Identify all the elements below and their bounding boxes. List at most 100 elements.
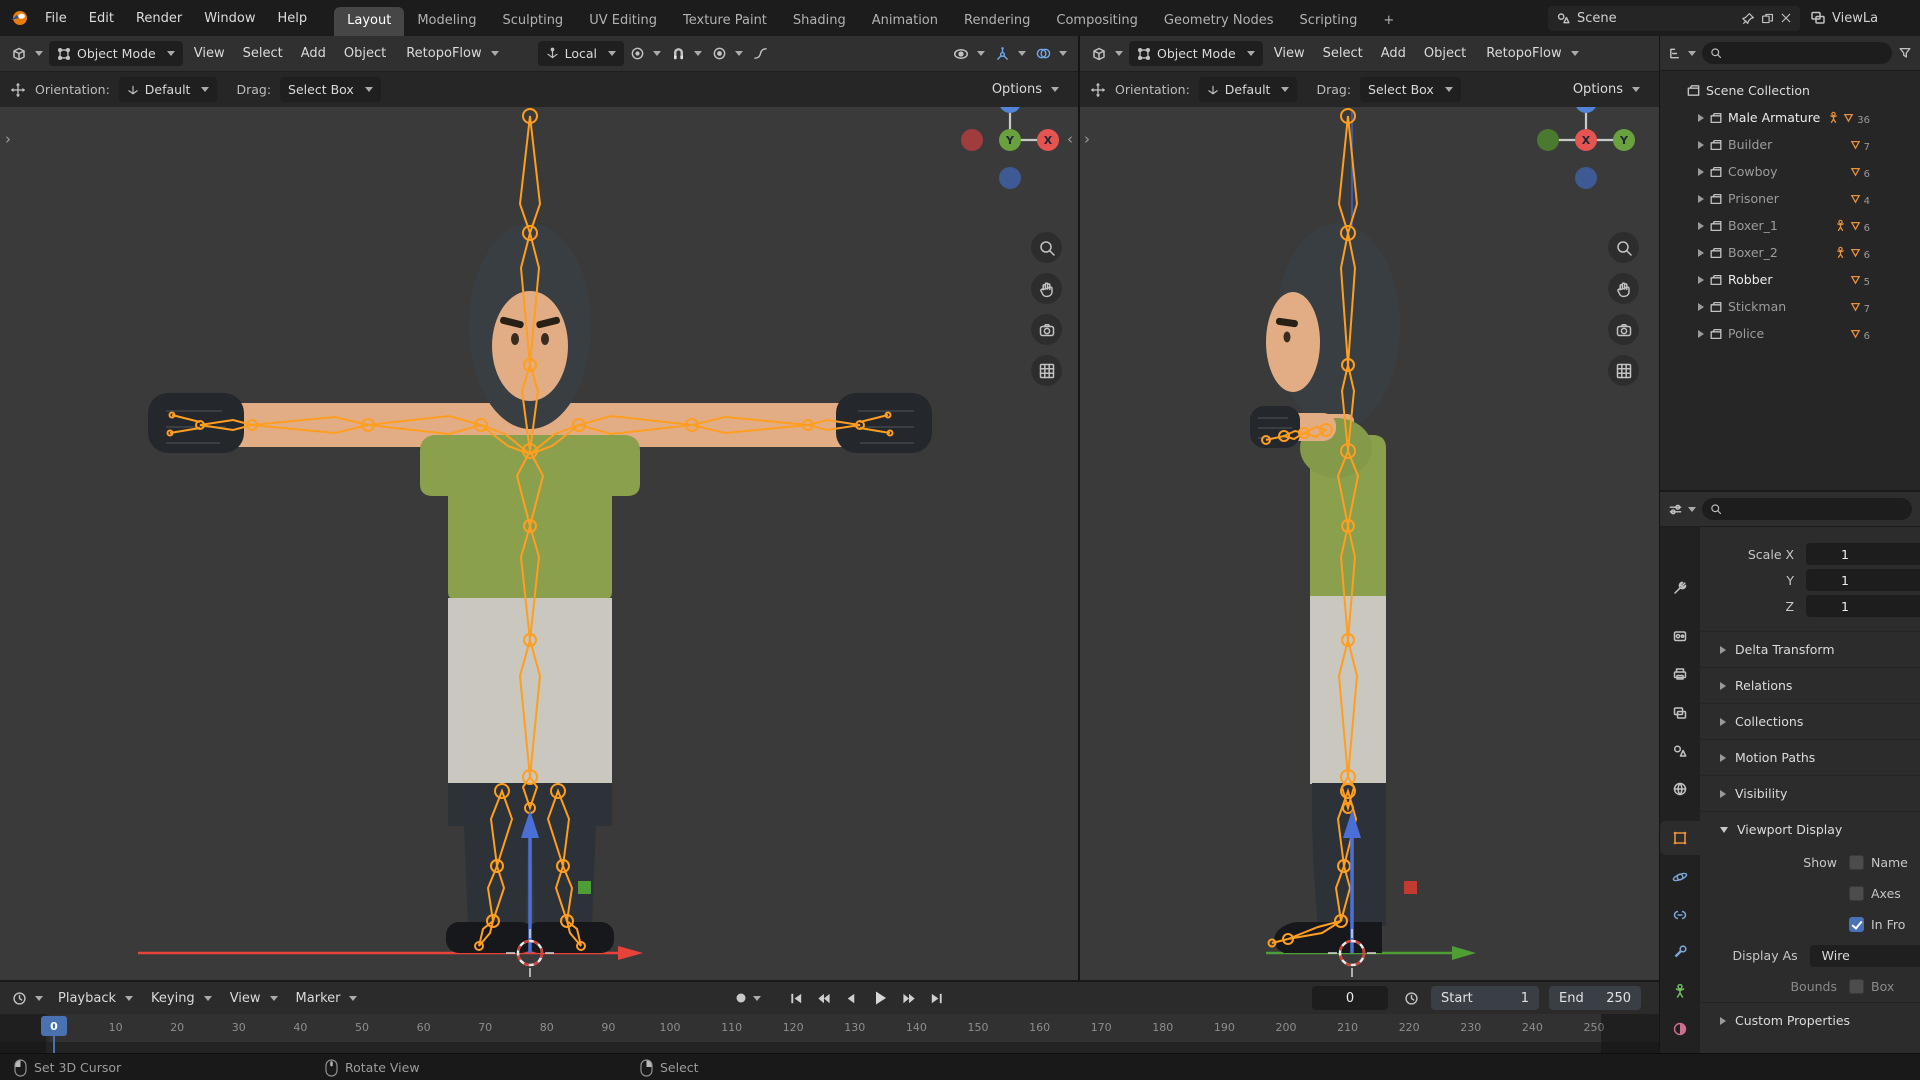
- next-keyframe-button[interactable]: [897, 988, 922, 1009]
- outliner-row[interactable]: Builder 7: [1660, 131, 1920, 158]
- disclosure-triangle-icon[interactable]: [1698, 194, 1704, 203]
- workspace-tab[interactable]: Animation: [859, 7, 951, 36]
- checkbox-axes[interactable]: [1849, 886, 1864, 901]
- play-button[interactable]: [865, 985, 895, 1011]
- camera-view-icon[interactable]: [1608, 314, 1639, 345]
- workspace-tab[interactable]: Texture Paint: [670, 7, 780, 36]
- workspace-tab[interactable]: Geometry Nodes: [1151, 7, 1287, 36]
- outliner-row[interactable]: Male Armature 36: [1660, 104, 1920, 131]
- jump-to-start-button[interactable]: [784, 988, 809, 1009]
- properties-search[interactable]: [1702, 498, 1912, 520]
- panel-header[interactable]: Visibility: [1700, 775, 1920, 811]
- retopoflow-menu[interactable]: RetopoFlow: [1477, 41, 1587, 66]
- viewport-menu-item[interactable]: Add: [292, 41, 335, 66]
- display-as-dropdown[interactable]: Wire: [1809, 944, 1920, 967]
- topbar-menu-item[interactable]: File: [34, 6, 78, 31]
- pin-icon[interactable]: [1742, 12, 1755, 25]
- timeline-frame-label[interactable]: 10: [109, 1021, 123, 1034]
- outliner-search-input[interactable]: [1727, 46, 1884, 60]
- mode-selector[interactable]: Object Mode: [49, 41, 183, 66]
- proportional-edit-toggle[interactable]: [708, 42, 747, 65]
- workspace-tab[interactable]: Rendering: [951, 7, 1043, 36]
- viewport-menu-item[interactable]: Object: [1415, 41, 1475, 66]
- timeline-frame-label[interactable]: 30: [232, 1021, 246, 1034]
- tab-object-data-armature[interactable]: [1660, 974, 1700, 1008]
- workspace-tab[interactable]: Compositing: [1043, 7, 1151, 36]
- properties-search-input[interactable]: [1727, 502, 1904, 516]
- auto-keying-toggle[interactable]: [729, 988, 766, 1008]
- outliner-row[interactable]: Police 6: [1660, 320, 1920, 347]
- scene-selector[interactable]: Scene: [1548, 5, 1800, 31]
- toolbar-expand-chevron[interactable]: ›: [5, 132, 11, 147]
- step-back-button[interactable]: [838, 988, 863, 1009]
- outliner-row[interactable]: Boxer_1 6: [1660, 212, 1920, 239]
- viewport-menu-item[interactable]: View: [185, 41, 234, 66]
- panel-header[interactable]: Custom Properties: [1700, 1002, 1920, 1038]
- timeline-frame-label[interactable]: 210: [1337, 1021, 1358, 1034]
- outliner-row[interactable]: Cowboy 6: [1660, 158, 1920, 185]
- timeline-frame-label[interactable]: 100: [660, 1021, 681, 1034]
- zoom-icon[interactable]: [1031, 232, 1062, 263]
- timeline-menu-item[interactable]: Playback: [49, 986, 142, 1011]
- topbar-menu-item[interactable]: Help: [267, 6, 319, 31]
- filter-icon[interactable]: [1898, 46, 1912, 60]
- timeline-menu-item[interactable]: Keying: [142, 986, 221, 1011]
- visibility-dropdown[interactable]: [949, 42, 989, 66]
- viewport-menu-item[interactable]: Select: [234, 41, 292, 66]
- ortho-grid-icon[interactable]: [1031, 355, 1062, 386]
- axis-ball-neg-y[interactable]: [1537, 129, 1559, 151]
- pan-hand-icon[interactable]: [1608, 273, 1639, 304]
- workspace-tab[interactable]: Layout: [334, 7, 405, 36]
- workspace-tab[interactable]: Scripting: [1287, 7, 1371, 36]
- workspace-tab[interactable]: Sculpting: [489, 7, 576, 36]
- disclosure-triangle-icon[interactable]: [1698, 167, 1704, 176]
- timeline-frame-label[interactable]: 190: [1214, 1021, 1235, 1034]
- retopoflow-menu[interactable]: RetopoFlow: [397, 41, 507, 66]
- timeline-frame-label[interactable]: 40: [293, 1021, 307, 1034]
- checkbox-name[interactable]: [1849, 855, 1864, 870]
- options-dropdown[interactable]: Options: [1564, 77, 1649, 102]
- overlays-toggle[interactable]: [1032, 42, 1071, 65]
- timeline-frame-label[interactable]: 130: [844, 1021, 865, 1034]
- tab-output[interactable]: [1660, 657, 1700, 691]
- number-field[interactable]: 1: [1806, 569, 1920, 591]
- workspace-tab[interactable]: Shading: [780, 7, 859, 36]
- workspace-tab[interactable]: Modeling: [404, 7, 489, 36]
- disclosure-triangle-icon[interactable]: [1698, 329, 1704, 338]
- outliner-editor-icon[interactable]: [1668, 46, 1696, 61]
- playhead[interactable]: 0: [41, 1016, 67, 1036]
- timeline-frame-label[interactable]: 120: [783, 1021, 804, 1034]
- workspace-tab[interactable]: +: [1370, 7, 1407, 36]
- checkbox-bounds[interactable]: [1849, 979, 1864, 994]
- tab-modifiers[interactable]: [1660, 935, 1700, 969]
- timeline-frame-label[interactable]: 110: [721, 1021, 742, 1034]
- number-field[interactable]: 1: [1806, 595, 1920, 617]
- drag-dropdown[interactable]: Select Box: [280, 77, 381, 102]
- timeline-frame-label[interactable]: 140: [906, 1021, 927, 1034]
- topbar-menu-item[interactable]: Window: [193, 6, 266, 31]
- timeline-frame-label[interactable]: 200: [1276, 1021, 1297, 1034]
- orientation-dropdown[interactable]: Default: [1198, 77, 1298, 102]
- jump-to-end-button[interactable]: [924, 988, 949, 1009]
- outliner-row[interactable]: Robber 5: [1660, 266, 1920, 293]
- editor-type-button[interactable]: [1087, 42, 1127, 66]
- outliner-search[interactable]: [1702, 42, 1892, 64]
- editor-type-button[interactable]: [7, 42, 47, 66]
- outliner-row[interactable]: Prisoner 4: [1660, 185, 1920, 212]
- tab-tool[interactable]: [1660, 571, 1700, 605]
- number-field[interactable]: 1: [1806, 543, 1920, 565]
- panel-header[interactable]: Delta Transform: [1700, 631, 1920, 667]
- timeline-frame-label[interactable]: 80: [540, 1021, 554, 1034]
- disclosure-triangle-icon[interactable]: [1698, 302, 1704, 311]
- outliner-row[interactable]: Stickman 7: [1660, 293, 1920, 320]
- timeline-ruler[interactable]: 0 10 20 30 40 50 60 70 80 90 100 110 120 130 140 150 160…: [0, 1014, 1659, 1053]
- tab-render[interactable]: [1660, 619, 1700, 653]
- disclosure-triangle-icon[interactable]: [1698, 221, 1704, 230]
- disclosure-triangle-icon[interactable]: [1698, 113, 1704, 122]
- tab-material[interactable]: [1660, 1012, 1700, 1046]
- timeline-frame-label[interactable]: 50: [355, 1021, 369, 1034]
- viewport-menu-item[interactable]: Select: [1314, 41, 1372, 66]
- axis-ball-neg-z[interactable]: [999, 167, 1021, 189]
- timeline-frame-label[interactable]: 20: [170, 1021, 184, 1034]
- timeline-menu-item[interactable]: Marker: [287, 986, 367, 1011]
